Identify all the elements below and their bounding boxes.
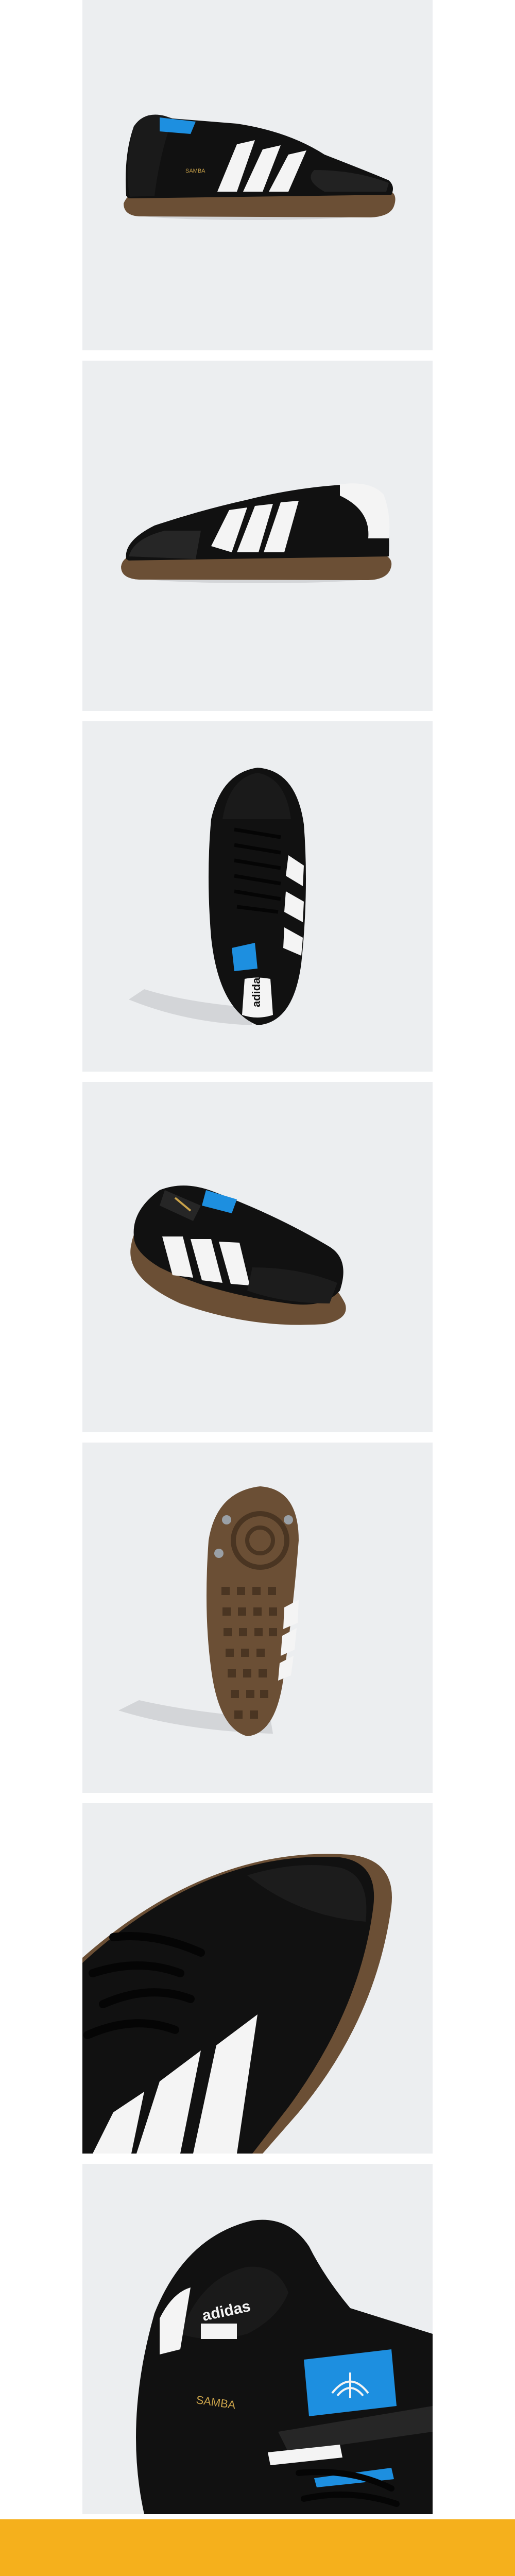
brand-logo-text: adidas: [250, 971, 263, 1007]
model-gold-text: SAMBA: [185, 168, 205, 174]
shoe-detail-tongue-heel: adidas SAMBA: [136, 2219, 433, 2514]
gallery-image-3[interactable]: adidas: [82, 721, 433, 1072]
shoe-top-view: adidas: [129, 768, 306, 1025]
gallery-image-1[interactable]: SAMBA: [82, 0, 433, 350]
gallery-image-6[interactable]: [82, 1803, 433, 2154]
shoe-side-view-lateral: SAMBA: [124, 114, 396, 220]
gallery-image-2[interactable]: [82, 361, 433, 711]
footer-accent-bar: [0, 2519, 515, 2576]
shoe-front-three-quarter-view: [130, 1185, 346, 1325]
gallery-image-4[interactable]: [82, 1082, 433, 1432]
gallery-image-5[interactable]: [82, 1443, 433, 1793]
gallery-image-7[interactable]: adidas SAMBA: [82, 2164, 433, 2514]
shoe-side-view-medial: [121, 483, 392, 583]
product-image-gallery: SAMBA adidas adidas SAMBA: [0, 0, 515, 2576]
shoe-outsole-view: [118, 1486, 299, 1736]
shoe-detail-stripes: [82, 1854, 392, 2154]
